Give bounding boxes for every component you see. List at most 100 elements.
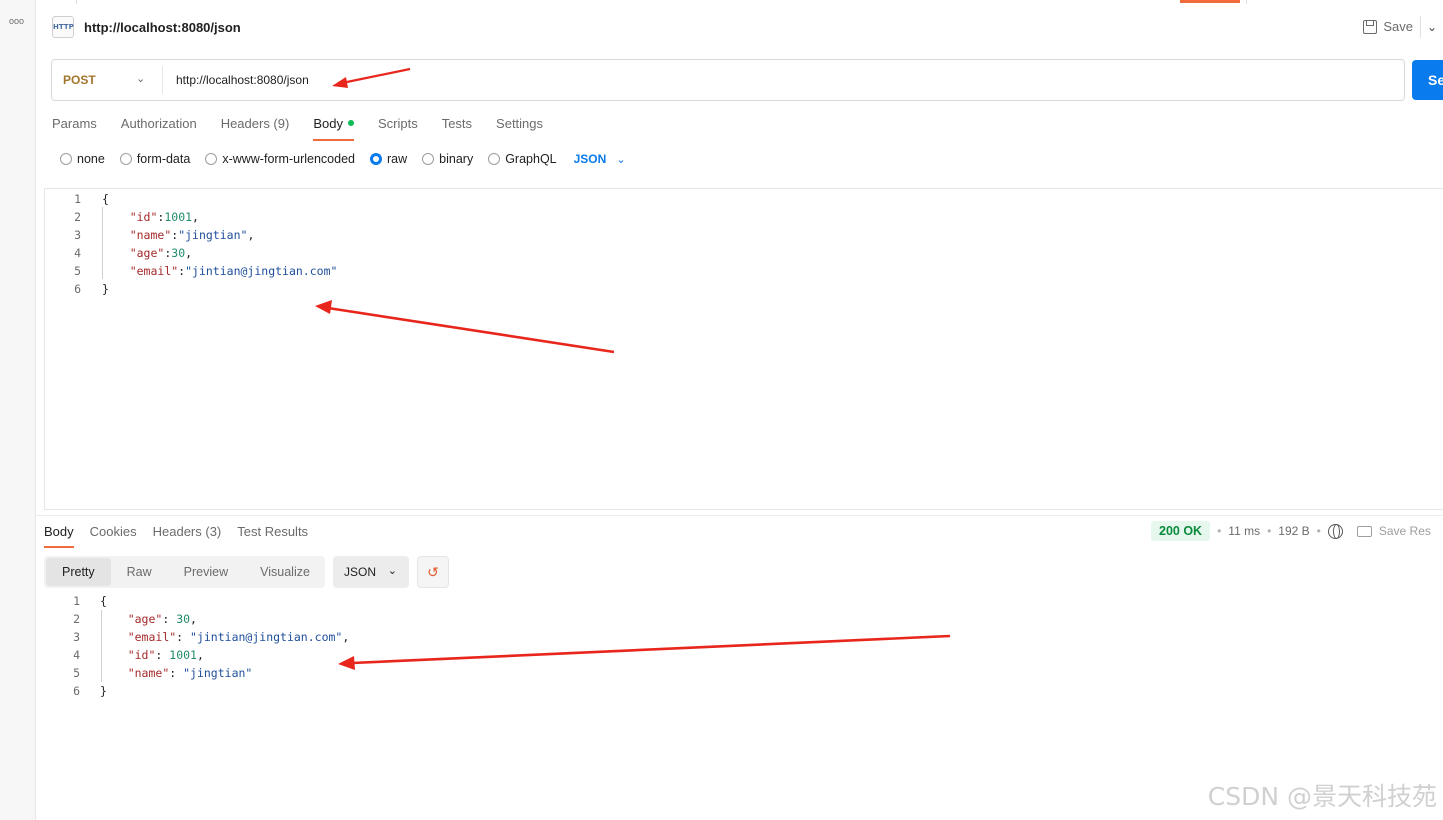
save-response-button[interactable]: Save Res [1356, 524, 1431, 538]
code-text: } [100, 684, 107, 698]
line-number: 6 [73, 684, 80, 698]
view-preview[interactable]: Preview [168, 558, 244, 586]
left-sidebar-rail: ooo [0, 0, 36, 820]
line-number: 5 [73, 666, 80, 680]
line-number: 6 [74, 282, 81, 296]
view-visualize[interactable]: Visualize [244, 558, 326, 586]
body-type-urlencoded[interactable]: x-www-form-urlencoded [205, 152, 355, 166]
divider [162, 66, 163, 94]
url-input[interactable] [176, 73, 1076, 87]
body-language-select[interactable]: JSON ⌄ [574, 152, 626, 166]
tab-headers[interactable]: Headers (9) [221, 116, 290, 140]
code-text: "name":"jingtian", [102, 226, 255, 244]
pane-divider[interactable] [36, 515, 1443, 516]
json-key: "age" [129, 246, 165, 260]
radio[interactable] [60, 153, 72, 165]
separator-dot: • [1316, 524, 1321, 538]
body-type-raw[interactable]: raw [370, 152, 407, 166]
json-value: 1001 [169, 648, 197, 662]
save-response-icon [1356, 525, 1372, 537]
code-text: "id": 1001, [100, 646, 204, 664]
tab-scripts[interactable]: Scripts [378, 116, 418, 140]
response-time[interactable]: 11 ms [1228, 524, 1260, 538]
tab-settings[interactable]: Settings [496, 116, 543, 140]
tab-strip [36, 0, 1443, 4]
chevron-down-icon[interactable]: ⌄ [136, 72, 145, 85]
radio[interactable] [488, 153, 501, 165]
view-pretty[interactable]: Pretty [46, 558, 111, 586]
body-type-form-data[interactable]: form-data [119, 152, 191, 166]
code-text: } [102, 282, 109, 296]
json-separator: : [162, 612, 177, 626]
status-badge[interactable]: 200 OK [1151, 521, 1211, 541]
http-request-icon: HTTP [52, 16, 74, 38]
more-options-icon[interactable]: ooo [9, 16, 24, 26]
save-options-chevron-icon[interactable]: ⌄ [1427, 20, 1437, 34]
tab-authorization[interactable]: Authorization [121, 116, 197, 140]
separator-dot: • [1217, 524, 1222, 538]
radio-label: raw [387, 152, 408, 166]
json-key: "id" [127, 648, 156, 662]
view-raw[interactable]: Raw [111, 558, 168, 586]
code-line: 5 "name": "jingtian" [44, 664, 252, 682]
code-line: 1{ [45, 190, 109, 208]
response-tab-headers[interactable]: Headers (3) [153, 524, 222, 547]
json-punct: , [247, 228, 255, 242]
code-line: 6} [44, 682, 107, 700]
radio-label: form-data [136, 152, 191, 166]
body-type-binary[interactable]: binary [422, 152, 473, 166]
body-set-indicator [347, 120, 354, 126]
method-selector[interactable]: POST [63, 73, 96, 87]
line-number: 2 [73, 612, 80, 626]
json-separator: : [155, 648, 170, 662]
response-tab-cookies[interactable]: Cookies [90, 524, 137, 547]
code-text: "age":30, [102, 244, 192, 262]
tab-params[interactable]: Params [52, 116, 97, 140]
radio[interactable] [422, 153, 435, 165]
response-language-select[interactable]: JSON ⌄ [333, 556, 409, 588]
tab-body-label: Body [313, 116, 343, 131]
tab-separator [76, 0, 77, 4]
radio-checked[interactable] [370, 153, 382, 165]
json-value: "jintian@jingtian.com" [190, 630, 343, 644]
radio-label: none [77, 152, 105, 166]
json-value: 30 [171, 246, 186, 260]
body-type-selector: none form-data x-www-form-urlencoded raw… [60, 152, 626, 166]
code-text: "email": "jintian@jingtian.com", [100, 628, 350, 646]
json-punct: , [342, 630, 350, 644]
json-punct: , [190, 612, 197, 626]
code-text: { [102, 192, 109, 206]
json-key: "name" [127, 666, 170, 680]
json-separator: : [176, 630, 191, 644]
code-line: 2 "age": 30, [44, 610, 197, 628]
body-type-none[interactable]: none [60, 152, 105, 166]
request-header: HTTP http://localhost:8080/json Save ⌄ [36, 10, 1443, 46]
json-key: "name" [129, 228, 172, 242]
response-tab-body[interactable]: Body [44, 524, 74, 548]
wrap-lines-icon[interactable]: ↺ [417, 556, 449, 588]
response-body-viewer[interactable]: 1{ 2 "age": 30, 3 "email": "jintian@jing… [44, 592, 1443, 712]
save-button[interactable]: Save [1363, 19, 1413, 34]
line-number: 2 [74, 210, 81, 224]
json-value: "jintian@jingtian.com" [185, 264, 338, 278]
active-tab-indicator [1180, 0, 1240, 3]
tab-body[interactable]: Body [313, 116, 354, 141]
body-type-graphql[interactable]: GraphQL [488, 152, 557, 166]
response-tab-test-results[interactable]: Test Results [237, 524, 308, 547]
globe-icon[interactable] [1327, 523, 1343, 539]
request-tabs: Params Authorization Headers (9) Body Sc… [52, 116, 567, 141]
request-body-editor[interactable]: 1{ 2 "id":1001, 3 "name":"jingtian", 4 "… [44, 188, 1443, 510]
tab-separator [1246, 0, 1247, 4]
tab-tests[interactable]: Tests [442, 116, 472, 140]
send-button[interactable]: Send [1412, 60, 1443, 100]
request-title[interactable]: http://localhost:8080/json [84, 20, 241, 35]
radio[interactable] [205, 153, 218, 165]
json-punct: , [196, 648, 204, 662]
line-number: 1 [73, 594, 80, 608]
code-line: 4 "age":30, [45, 244, 192, 262]
radio[interactable] [119, 153, 132, 165]
divider [1420, 16, 1421, 38]
radio-label: GraphQL [505, 152, 557, 166]
language-label: JSON [344, 565, 377, 579]
response-size[interactable]: 192 B [1278, 524, 1309, 538]
